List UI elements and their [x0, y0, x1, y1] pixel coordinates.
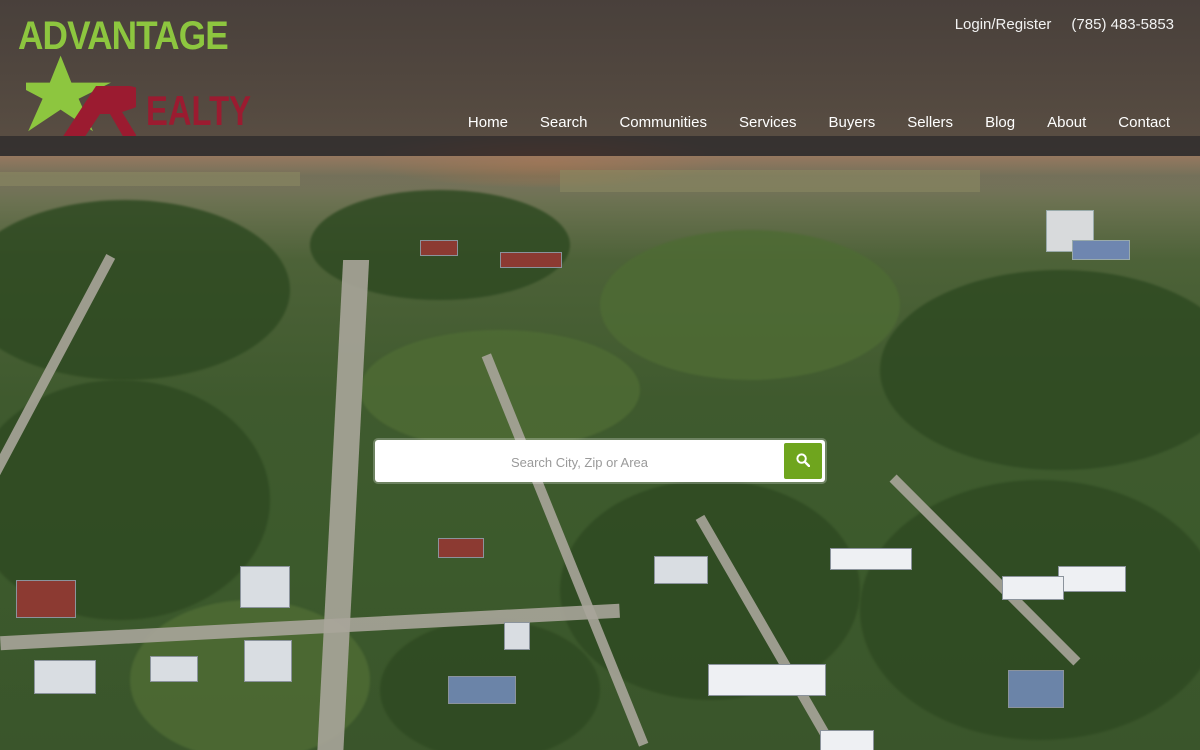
- nav-blog[interactable]: Blog: [969, 114, 1031, 131]
- house: [448, 676, 516, 704]
- house: [830, 548, 912, 570]
- nav-contact[interactable]: Contact: [1102, 114, 1186, 131]
- house: [16, 580, 76, 618]
- house: [150, 656, 198, 682]
- nav-communities[interactable]: Communities: [603, 114, 723, 131]
- house: [1002, 576, 1064, 600]
- distant-field: [0, 172, 300, 186]
- login-register-link[interactable]: Login/Register: [955, 16, 1052, 33]
- main-nav: Home Search Communities Services Buyers …: [452, 114, 1186, 131]
- header-divider-band: [0, 136, 1200, 156]
- warehouse-building: [1072, 240, 1130, 260]
- nav-about[interactable]: About: [1031, 114, 1102, 131]
- tree-cluster: [880, 270, 1200, 470]
- phone-link[interactable]: (785) 483-5853: [1071, 16, 1174, 33]
- house: [500, 252, 562, 268]
- nav-buyers[interactable]: Buyers: [813, 114, 892, 131]
- nav-home[interactable]: Home: [452, 114, 524, 131]
- search-icon: [796, 452, 811, 467]
- house: [244, 640, 292, 682]
- brand-logo[interactable]: ADVANTAGE EALTY: [18, 14, 251, 136]
- star-icon: [26, 55, 136, 136]
- tree-cluster: [600, 230, 900, 380]
- house: [708, 664, 826, 696]
- house: [504, 622, 530, 650]
- house: [420, 240, 458, 256]
- tree-cluster: [0, 200, 290, 380]
- logo-wordmark-bottom: EALTY: [146, 87, 251, 134]
- house: [654, 556, 708, 584]
- utility-links: Login/Register (785) 483-5853: [955, 16, 1174, 33]
- nav-services[interactable]: Services: [723, 114, 813, 131]
- house: [1008, 670, 1064, 708]
- house: [240, 566, 290, 608]
- nav-search[interactable]: Search: [524, 114, 604, 131]
- house: [34, 660, 96, 694]
- house: [820, 730, 874, 750]
- house: [1058, 566, 1126, 592]
- distant-field: [560, 170, 980, 192]
- search-button[interactable]: [784, 443, 822, 479]
- search-input[interactable]: [375, 440, 784, 484]
- site-header: ADVANTAGE EALTY Login/Register (785) 483…: [0, 0, 1200, 136]
- property-search-bar: [375, 440, 825, 484]
- house: [438, 538, 484, 558]
- nav-sellers[interactable]: Sellers: [891, 114, 969, 131]
